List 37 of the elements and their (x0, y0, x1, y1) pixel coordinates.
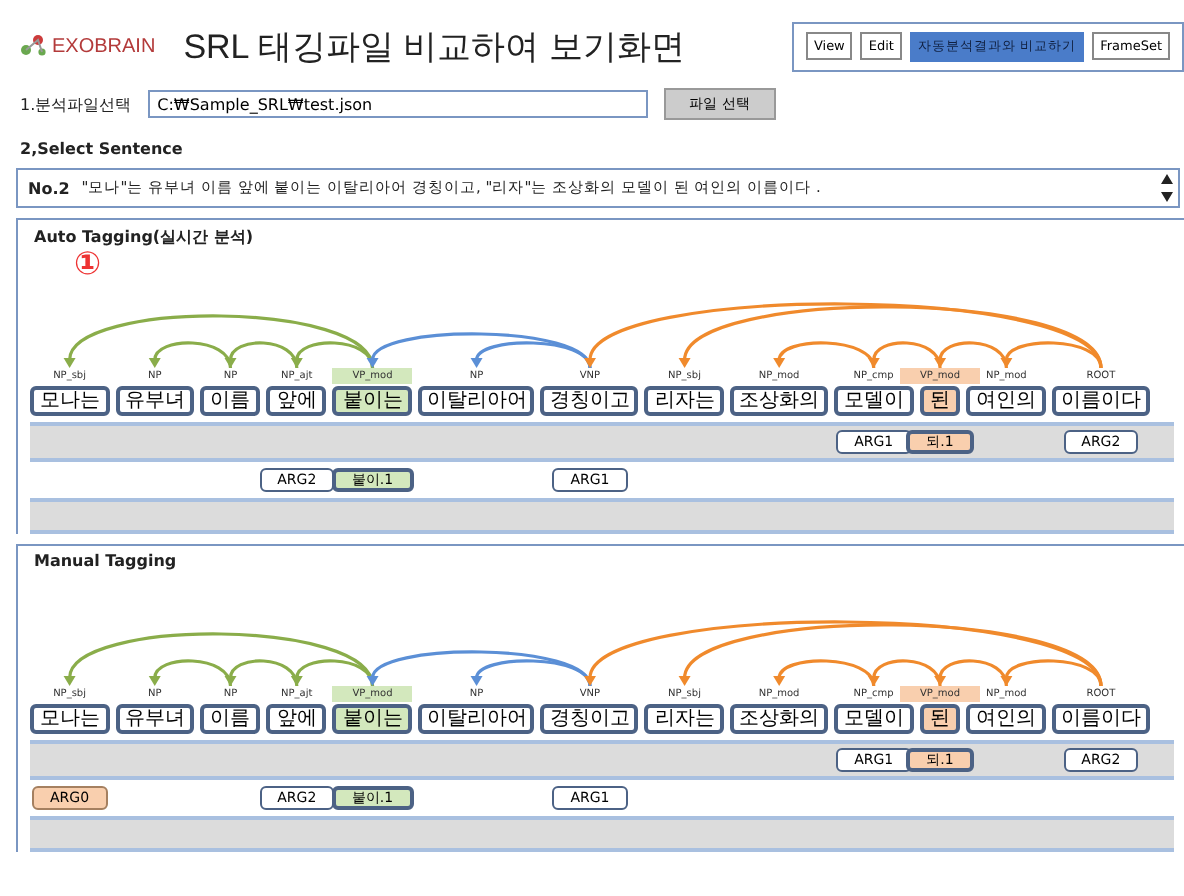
token-button[interactable]: 이름이다 (1051, 386, 1150, 416)
token-button[interactable]: 경칭이고 (540, 386, 639, 416)
token-button[interactable]: 붙이는 (332, 704, 413, 734)
token-button[interactable]: 이름 (200, 704, 261, 734)
token-button[interactable]: 된 (919, 386, 961, 416)
token-button[interactable]: 여인의 (966, 704, 1046, 734)
page-title: SRL 태깅파일 비교하여 보기화면 (183, 25, 685, 69)
token-button[interactable]: 유부녀 (115, 704, 195, 734)
token-button[interactable]: 모나는 (30, 704, 110, 734)
token-button[interactable]: 리자는 (644, 386, 725, 416)
token-button[interactable]: 모델이 (834, 704, 914, 734)
token-button[interactable]: 이탈리아어 (418, 704, 535, 734)
token-button[interactable]: 붙이는 (332, 386, 413, 416)
token-button[interactable]: 앞에 (266, 386, 327, 416)
panel-title: Auto Tagging(실시간 분석) (32, 226, 256, 248)
sentence-number: No.2 (28, 179, 70, 197)
file-path-field[interactable]: C:₩Sample_SRL₩test.json (147, 90, 648, 118)
token-button[interactable]: 된 (919, 704, 961, 734)
token-button[interactable]: 이탈리아어 (418, 386, 535, 416)
step-marker: ① (74, 248, 102, 280)
token-button[interactable]: 유부녀 (115, 386, 195, 416)
token-button[interactable]: 조상화의 (730, 386, 829, 416)
logo-text: EXOBRAIN (52, 35, 156, 57)
token-button[interactable]: 조상화의 (730, 704, 829, 734)
token-button[interactable]: 이름이다 (1051, 704, 1150, 734)
token-button[interactable]: 모나는 (30, 386, 110, 416)
token-button[interactable]: 여인의 (966, 386, 1046, 416)
panel-title: Manual Tagging (32, 550, 179, 570)
token-button[interactable]: 경칭이고 (540, 704, 639, 734)
logo-icon (20, 34, 48, 58)
spinner-icon[interactable] (1160, 172, 1174, 204)
file-select-label: 1.분석파일선택 (20, 93, 132, 115)
token-button[interactable]: 이름 (200, 386, 261, 416)
section-heading: 2,Select Sentence (18, 138, 185, 158)
token-button[interactable]: 앞에 (266, 704, 327, 734)
token-button[interactable]: 모델이 (834, 386, 914, 416)
token-button[interactable]: 리자는 (644, 704, 725, 734)
